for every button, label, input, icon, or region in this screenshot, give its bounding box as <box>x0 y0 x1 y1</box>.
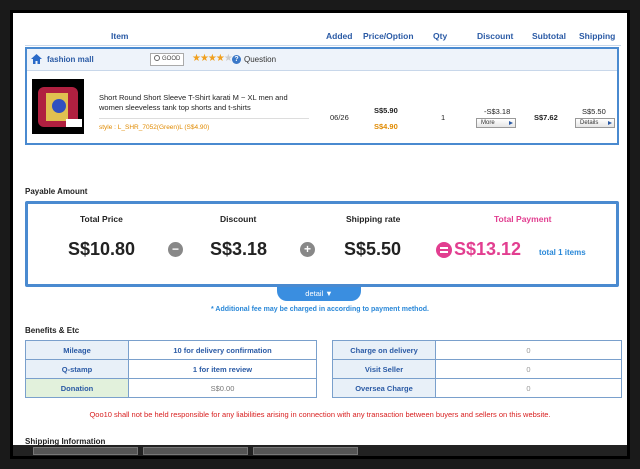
equals-icon <box>436 242 452 258</box>
item-qty: 1 <box>441 113 446 122</box>
total-price-label: Total Price <box>80 214 123 224</box>
shipping-rate-label: Shipping rate <box>346 214 401 224</box>
seller-rating-stars: ★★★★★ <box>192 53 233 64</box>
table-row: Q-stamp 1 for item review <box>25 359 317 379</box>
table-row: Donation S$0.00 <box>25 378 317 398</box>
shipping-details-button[interactable]: Details <box>575 118 615 128</box>
header-divider <box>25 45 621 46</box>
payable-amount-title: Payable Amount <box>25 187 88 196</box>
col-item: Item <box>111 31 129 41</box>
mileage-label: Mileage <box>25 340 129 360</box>
table-row: Visit Seller 0 <box>332 359 622 379</box>
donation-value: S$0.00 <box>128 378 317 398</box>
payable-summary-box: Total Price Discount Shipping rate Total… <box>25 201 619 287</box>
col-subtotal: Subtotal <box>532 31 566 41</box>
option-price: S$4.90 <box>374 122 398 131</box>
benefits-table: Mileage 10 for delivery confirmation Q-s… <box>25 340 317 398</box>
home-icon[interactable] <box>31 54 42 64</box>
liability-notice: Qoo10 shall not be held responsible for … <box>89 410 551 419</box>
col-qty: Qty <box>433 31 448 41</box>
qstamp-value: 1 for item review <box>128 359 317 379</box>
col-added: Added <box>326 31 353 41</box>
plus-icon: + <box>300 242 315 257</box>
medal-icon <box>154 55 160 61</box>
oversea-charge-label: Oversea Charge <box>332 378 436 398</box>
charges-table: Charge on delivery 0 Visit Seller 0 Over… <box>332 340 622 398</box>
question-link[interactable]: Question <box>244 55 276 64</box>
more-label: More <box>481 120 495 126</box>
shipping-rate-value: S$5.50 <box>344 239 402 259</box>
benefits-title: Benefits & Etc <box>25 326 80 335</box>
seller-name-link[interactable]: fashion mall <box>47 55 94 64</box>
discount-value: S$3.18 <box>210 239 268 259</box>
donation-label: Donation <box>25 378 129 398</box>
details-label: Details <box>580 120 599 126</box>
cart-page: Item Added Price/Option Qty Discount Sub… <box>13 13 627 456</box>
arrow-right-icon <box>509 121 513 125</box>
item-subtotal: S$7.62 <box>534 113 558 122</box>
product-name-link[interactable]: Short Round Short Sleeve T-Shirt karati … <box>99 93 309 113</box>
oversea-charge-value: 0 <box>435 378 622 398</box>
visit-seller-label: Visit Seller <box>332 359 436 379</box>
product-option-style: style : L_SHR_7052(Green)L (S$4.90) <box>99 124 210 131</box>
question-icon[interactable]: ? <box>232 55 241 64</box>
minus-icon: − <box>168 242 183 257</box>
taskbar-item[interactable] <box>33 447 138 455</box>
table-row: Mileage 10 for delivery confirmation <box>25 340 317 360</box>
seller-grade-label: GOOD <box>162 56 181 62</box>
taskbar-item[interactable] <box>253 447 358 455</box>
seller-bar: fashion mall GOOD ★★★★★ ? Question <box>27 49 617 71</box>
product-divider <box>99 118 309 119</box>
total-price-value: S$10.80 <box>68 239 136 259</box>
arrow-right-icon <box>608 121 612 125</box>
item-price: S$5.90 <box>374 106 398 115</box>
total-payment-label: Total Payment <box>494 214 552 224</box>
total-payment-value: S$13.12 <box>454 239 522 259</box>
discount-more-button[interactable]: More <box>476 118 516 128</box>
screenshot-frame: Item Added Price/Option Qty Discount Sub… <box>10 10 630 459</box>
table-row: Charge on delivery 0 <box>332 340 622 360</box>
col-price-option: Price/Option <box>363 31 414 41</box>
table-row: Oversea Charge 0 <box>332 378 622 398</box>
product-thumbnail[interactable] <box>32 79 84 134</box>
payment-fee-note: * Additional fee may be charged in accor… <box>211 306 429 313</box>
qstamp-label: Q-stamp <box>25 359 129 379</box>
added-date: 06/26 <box>330 113 349 122</box>
taskbar <box>13 445 627 456</box>
mileage-value: 10 for delivery confirmation <box>128 340 317 360</box>
item-discount: -S$3.18 <box>484 107 511 116</box>
charge-on-delivery-label: Charge on delivery <box>332 340 436 360</box>
discount-label: Discount <box>220 214 257 224</box>
seller-item-box: fashion mall GOOD ★★★★★ ? Question Short… <box>25 47 619 145</box>
col-shipping: Shipping <box>579 31 616 41</box>
total-items-count: total 1 items <box>539 248 586 257</box>
visit-seller-value: 0 <box>435 359 622 379</box>
col-discount: Discount <box>477 31 514 41</box>
seller-grade-badge: GOOD <box>150 53 185 66</box>
detail-toggle-tab[interactable]: detail ▼ <box>277 287 361 301</box>
charge-on-delivery-value: 0 <box>435 340 622 360</box>
item-shipping: S$5.50 <box>582 107 606 116</box>
taskbar-item[interactable] <box>143 447 248 455</box>
